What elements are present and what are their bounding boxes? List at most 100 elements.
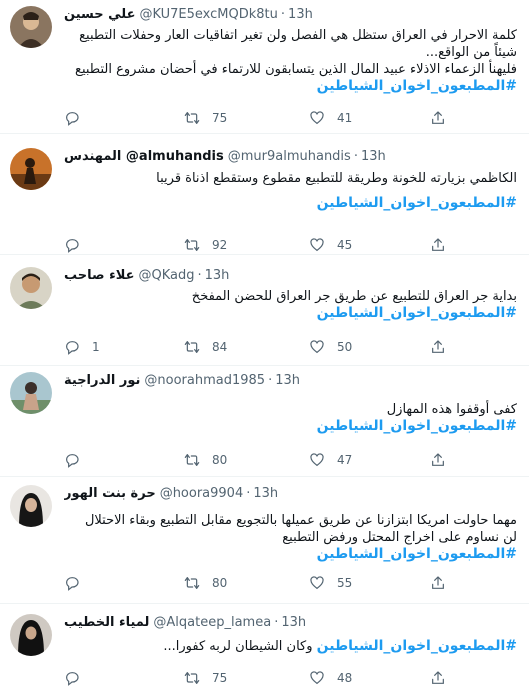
like-button[interactable]: 41 xyxy=(309,110,352,126)
user-handle[interactable]: @noorahmad1985 xyxy=(144,373,265,388)
tweet-text: مهما حاولت امريكا ابتزازنا عن طريق عميله… xyxy=(64,512,517,563)
retweet-button[interactable]: 75 xyxy=(184,110,227,126)
hashtag-link[interactable]: #المطبعون_اخوان_الشياطين xyxy=(64,418,517,435)
hashtag-link[interactable]: #المطبعون_اخوان_الشياطين xyxy=(64,195,517,212)
tweet[interactable]: لمياء الخطيب @Alqateep_lamea · 13h #المط… xyxy=(0,604,529,694)
retweet-icon xyxy=(184,341,200,353)
hashtag-link[interactable]: #المطبعون_اخوان_الشياطين xyxy=(317,638,517,654)
hashtag-link[interactable]: #المطبعون_اخوان_الشياطين xyxy=(64,78,517,95)
reply-count: 1 xyxy=(92,340,100,354)
heart-icon xyxy=(310,671,324,685)
heart-icon xyxy=(310,238,324,252)
retweet-icon xyxy=(184,112,200,124)
retweet-button[interactable]: 84 xyxy=(184,339,227,355)
heart-icon xyxy=(310,576,324,590)
like-button[interactable]: 48 xyxy=(309,670,352,686)
share-button[interactable] xyxy=(430,237,446,253)
retweet-icon xyxy=(184,454,200,466)
user-handle[interactable]: @KU7E5excMQDk8tu xyxy=(139,7,277,22)
share-button[interactable] xyxy=(430,452,446,468)
share-icon xyxy=(432,671,444,684)
avatar[interactable] xyxy=(10,485,52,527)
reply-button[interactable] xyxy=(64,237,92,253)
tweet-actions: 75 41 xyxy=(64,108,517,128)
tweet-header: المهندس @almuhandis @mur9almuhandis · 13… xyxy=(64,146,517,166)
tweet-text: كلمة الاحرار في العراق ستظل هي الفصل ولن… xyxy=(64,27,517,95)
tweet-line: الكاظمي بزيارته للخونة وطريقة للتطبيع مق… xyxy=(156,171,517,186)
tweet[interactable]: علاء صاحب @QKadg · 13h بداية جر العراق ل… xyxy=(0,255,529,366)
separator-dot: · xyxy=(280,6,286,22)
share-button[interactable] xyxy=(430,670,446,686)
timestamp[interactable]: 13h xyxy=(253,486,278,501)
display-name[interactable]: علاء صاحب xyxy=(64,268,135,283)
share-icon xyxy=(432,453,444,466)
reply-button[interactable] xyxy=(64,575,92,591)
reply-button[interactable] xyxy=(64,110,92,126)
share-icon xyxy=(432,576,444,589)
retweet-button[interactable]: 80 xyxy=(184,452,227,468)
display-name[interactable]: لمياء الخطيب xyxy=(64,615,149,630)
reply-button[interactable]: 1 xyxy=(64,339,100,355)
separator-dot: · xyxy=(353,148,358,164)
tweet[interactable]: علي حسين @KU7E5excMQDk8tu · 13h كلمة الا… xyxy=(0,0,529,134)
retweet-button[interactable]: 80 xyxy=(184,575,227,591)
timestamp[interactable]: 13h xyxy=(361,149,386,164)
like-count: 47 xyxy=(337,453,353,467)
like-button[interactable]: 47 xyxy=(309,452,352,468)
tweet-text: #المطبعون_اخوان_الشياطين وكان الشيطان لر… xyxy=(64,638,517,655)
retweet-count: 75 xyxy=(212,671,228,685)
like-count: 48 xyxy=(337,671,353,685)
retweet-button[interactable]: 92 xyxy=(184,237,227,253)
tweet-line: مهما حاولت امريكا ابتزازنا عن طريق عميله… xyxy=(84,513,517,528)
tweet[interactable]: حرة بنت الهور @hoora9904 · 13h مهما حاول… xyxy=(0,477,529,604)
tweet-header: لمياء الخطيب @Alqateep_lamea · 13h xyxy=(64,612,517,632)
avatar[interactable] xyxy=(10,614,52,656)
display-name[interactable]: نور الدراجية xyxy=(64,373,140,388)
like-count: 41 xyxy=(337,111,353,125)
timestamp[interactable]: 13h xyxy=(281,615,306,630)
like-count: 55 xyxy=(337,576,353,590)
timestamp[interactable]: 13h xyxy=(205,268,230,283)
tweet-header: علي حسين @KU7E5excMQDk8tu · 13h xyxy=(64,4,517,24)
reply-button[interactable] xyxy=(64,452,92,468)
user-handle[interactable]: @Alqateep_lamea xyxy=(153,615,271,630)
like-button[interactable]: 55 xyxy=(309,575,352,591)
tweet[interactable]: نور الدراجية @noorahmad1985 · 13h كفى أو… xyxy=(0,366,529,477)
reply-icon xyxy=(66,239,79,253)
avatar[interactable] xyxy=(10,372,52,414)
retweet-count: 80 xyxy=(212,576,228,590)
retweet-count: 84 xyxy=(212,340,228,354)
reply-icon xyxy=(66,454,79,468)
tweet-inline-text: وكان الشيطان لربه كفورا... xyxy=(163,639,313,654)
user-handle[interactable]: @mur9almuhandis xyxy=(228,149,351,164)
avatar[interactable] xyxy=(10,6,52,48)
display-name[interactable]: علي حسين xyxy=(64,7,135,22)
heart-icon xyxy=(310,340,324,354)
reply-icon xyxy=(66,577,79,591)
avatar[interactable] xyxy=(10,267,52,309)
retweet-count: 75 xyxy=(212,111,228,125)
avatar[interactable] xyxy=(10,148,52,190)
retweet-button[interactable]: 75 xyxy=(184,670,227,686)
hashtag-link[interactable]: #المطبعون_اخوان_الشياطين xyxy=(64,546,517,563)
share-button[interactable] xyxy=(430,339,446,355)
share-button[interactable] xyxy=(430,110,446,126)
hashtag-link[interactable]: #المطبعون_اخوان_الشياطين xyxy=(64,305,517,322)
heart-icon xyxy=(310,111,324,125)
like-button[interactable]: 45 xyxy=(309,237,352,253)
timestamp[interactable]: 13h xyxy=(288,7,313,22)
user-handle[interactable]: @QKadg xyxy=(139,268,195,283)
reply-button[interactable] xyxy=(64,670,92,686)
tweet-line: #المطبعون_اخوان_الشياطين وكان الشيطان لر… xyxy=(64,638,517,655)
display-name[interactable]: حرة بنت الهور xyxy=(64,486,156,501)
tweet-line: لن نساوم على اخراج المحتل ورفض التطبيع xyxy=(282,530,517,545)
share-icon xyxy=(432,238,444,251)
timestamp[interactable]: 13h xyxy=(275,373,300,388)
tweet-actions: 80 47 xyxy=(64,450,517,470)
reply-icon xyxy=(66,672,79,686)
like-button[interactable]: 50 xyxy=(309,339,352,355)
user-handle[interactable]: @hoora9904 xyxy=(160,486,244,501)
display-name[interactable]: المهندس @almuhandis xyxy=(64,149,224,164)
share-button[interactable] xyxy=(430,575,446,591)
tweet[interactable]: المهندس @almuhandis @mur9almuhandis · 13… xyxy=(0,134,529,255)
